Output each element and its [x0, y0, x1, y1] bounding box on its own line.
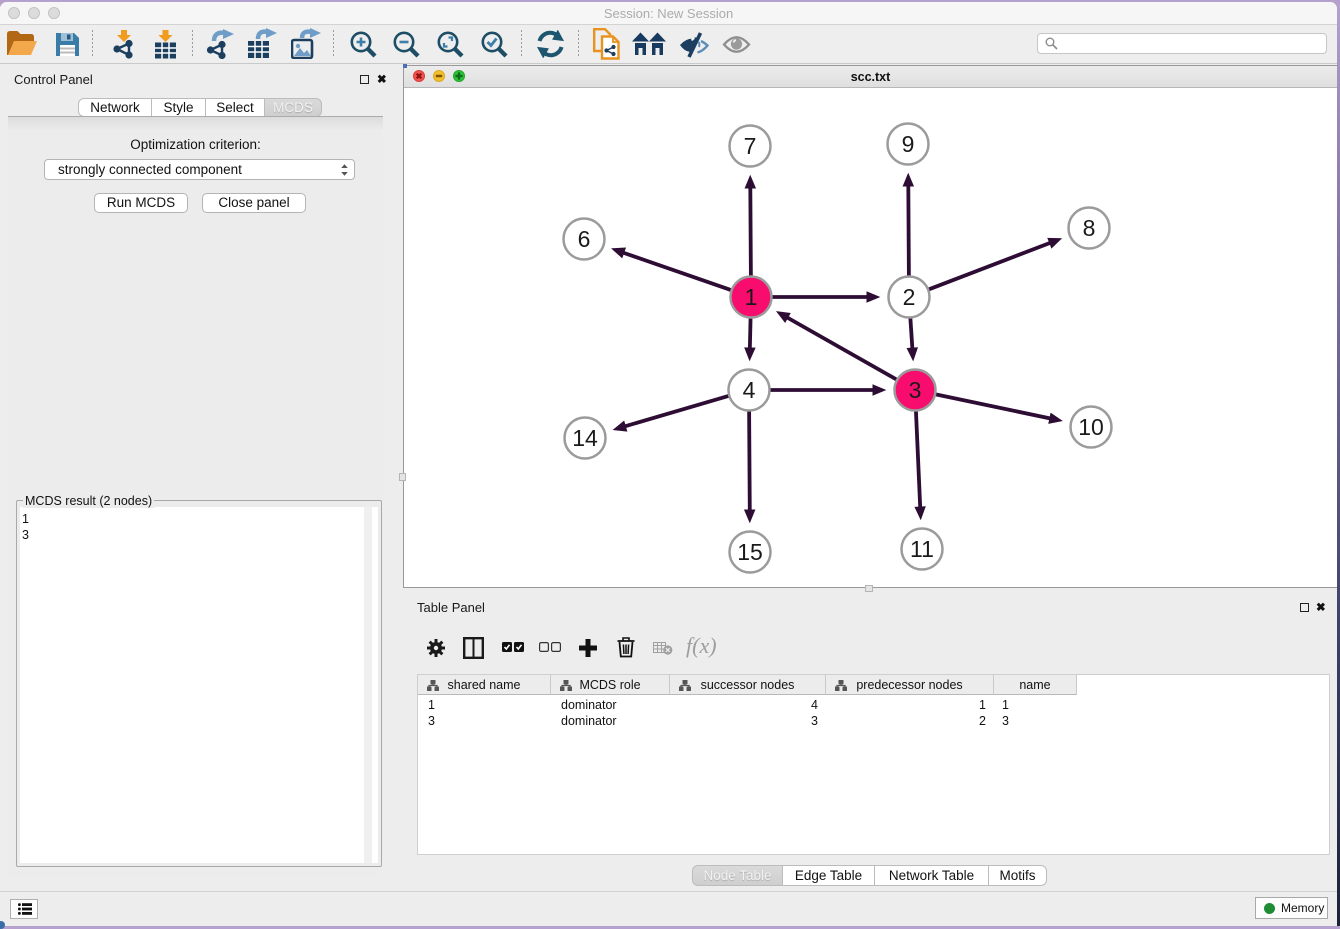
svg-text:6: 6	[578, 226, 591, 252]
svg-text:3: 3	[909, 377, 922, 403]
svg-text:8: 8	[1083, 215, 1096, 241]
svg-text:7: 7	[744, 133, 757, 159]
svg-text:9: 9	[902, 131, 915, 157]
svg-text:14: 14	[572, 425, 598, 451]
svg-text:1: 1	[745, 284, 758, 310]
svg-text:10: 10	[1078, 414, 1104, 440]
svg-text:4: 4	[743, 377, 756, 403]
svg-text:2: 2	[903, 284, 916, 310]
svg-text:15: 15	[737, 539, 763, 565]
svg-text:11: 11	[910, 536, 934, 562]
